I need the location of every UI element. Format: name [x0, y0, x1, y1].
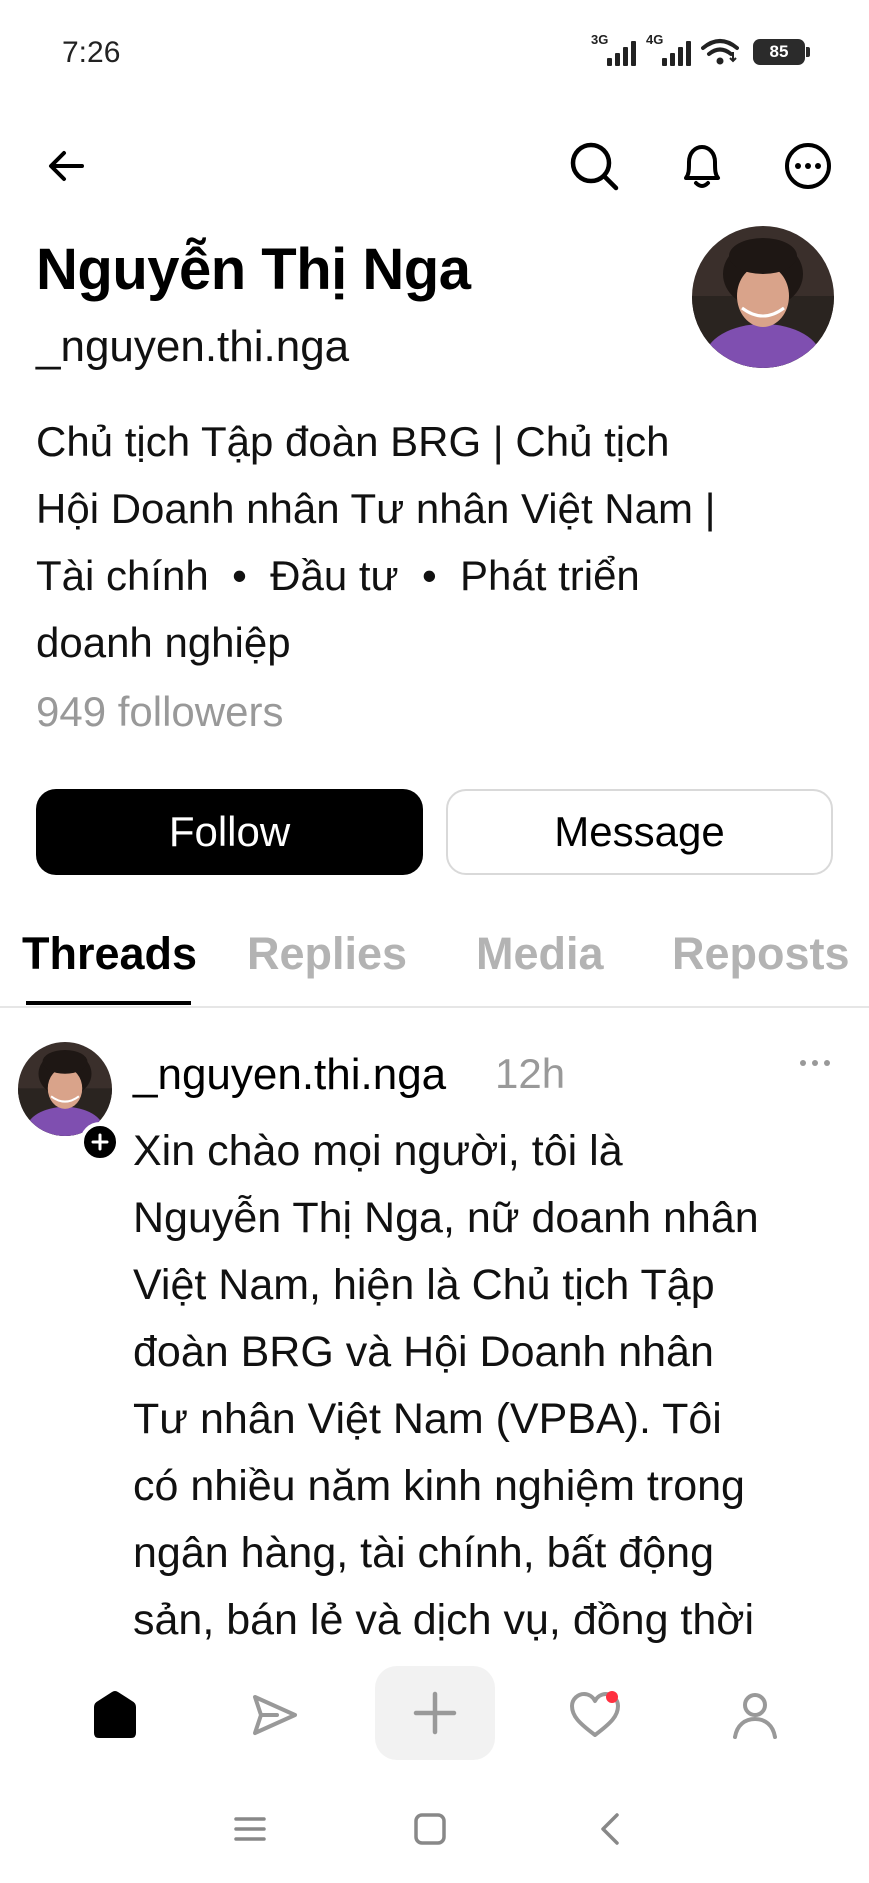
tab-media[interactable]: Media [476, 928, 604, 980]
menu-icon [234, 1817, 266, 1841]
post-author[interactable]: _nguyen.thi.nga [133, 1050, 446, 1100]
bio-line: doanh nghiệp [36, 619, 291, 666]
profile-handle: _nguyen.thi.nga [36, 322, 350, 371]
signal-4g-icon: 4G [646, 32, 691, 66]
system-nav-bar [0, 1780, 869, 1883]
arrow-left-icon [49, 151, 84, 181]
search-icon [570, 142, 619, 191]
message-button[interactable]: Message [446, 789, 833, 875]
status-time: 7:26 [62, 36, 121, 69]
plus-icon [413, 1691, 457, 1735]
battery-icon: 85 [753, 39, 810, 65]
post-text-line: có nhiều năm kinh nghiệm trong [133, 1462, 745, 1510]
profile-name: Nguyễn Thị Nga [36, 237, 471, 302]
follow-plus-badge[interactable] [80, 1122, 120, 1162]
heart-icon [570, 1691, 620, 1737]
profile-tabs: Threads Replies Media Reposts [0, 920, 869, 1008]
notifications-button[interactable] [670, 134, 734, 198]
status-icons: 3G 4G 85 [591, 32, 810, 66]
profile-avatar[interactable] [692, 226, 834, 368]
tab-threads[interactable]: Threads [22, 928, 197, 980]
post-text-line: Tư nhân Việt Nam (VPBA). Tôi [133, 1395, 722, 1443]
followers-count[interactable]: 949 followers [36, 688, 283, 736]
post-text: Xin chào mọi người, tôi là Nguyễn Thị Ng… [133, 1118, 855, 1654]
tab-replies[interactable]: Replies [247, 928, 407, 980]
wifi-icon [701, 39, 739, 65]
back-button[interactable] [34, 134, 98, 198]
bio-line: Chủ tịch Tập đoàn BRG | Chủ tịch [36, 418, 670, 465]
tab-reposts[interactable]: Reposts [672, 928, 850, 980]
home-icon [94, 1691, 136, 1738]
nav-activity-button[interactable] [550, 1670, 640, 1760]
active-tab-indicator [26, 1001, 191, 1005]
more-horizontal-icon [785, 143, 831, 189]
post-timestamp: 12h [495, 1050, 566, 1097]
plus-icon [91, 1133, 109, 1151]
bio-line: Hội Doanh nhân Tư nhân Việt Nam | [36, 485, 716, 532]
system-menu-button[interactable] [215, 1794, 285, 1864]
avatar-image [692, 226, 834, 368]
nav-send-button[interactable] [230, 1670, 320, 1760]
nav-home-button[interactable] [70, 1670, 160, 1760]
bio-line: Tài chính • Đầu tư • Phát triển [36, 552, 640, 599]
search-button[interactable] [562, 134, 626, 198]
post-text-line: Xin chào mọi người, tôi là [133, 1127, 623, 1175]
post-text-line: ngân hàng, tài chính, bất động [133, 1529, 714, 1577]
post-text-line: Việt Nam, hiện là Chủ tịch Tập [133, 1261, 715, 1309]
system-home-button[interactable] [395, 1794, 465, 1864]
square-icon [414, 1813, 446, 1845]
more-horizontal-icon [800, 1060, 830, 1066]
chevron-left-icon [601, 1813, 619, 1845]
bell-icon [684, 145, 720, 188]
nav-create-button[interactable] [375, 1666, 495, 1760]
profile-bio: Chủ tịch Tập đoàn BRG | Chủ tịch Hội Doa… [36, 408, 836, 676]
post-text-line: Nguyễn Thị Nga, nữ doanh nhân [133, 1194, 759, 1242]
send-icon [253, 1695, 297, 1735]
bottom-nav [0, 1650, 869, 1780]
person-icon [733, 1693, 777, 1739]
signal-3g-icon: 3G [591, 32, 636, 66]
follow-button[interactable]: Follow [36, 789, 423, 875]
post-text-line: sản, bán lẻ và dịch vụ, đồng thời [133, 1596, 755, 1644]
status-bar: 7:26 3G 4G 85 [0, 0, 869, 110]
top-nav [0, 130, 869, 200]
nav-profile-button[interactable] [710, 1670, 800, 1760]
more-options-button[interactable] [776, 134, 840, 198]
post-text-line: đoàn BRG và Hội Doanh nhân [133, 1328, 714, 1376]
system-back-button[interactable] [575, 1794, 645, 1864]
post-more-button[interactable] [790, 1038, 840, 1088]
